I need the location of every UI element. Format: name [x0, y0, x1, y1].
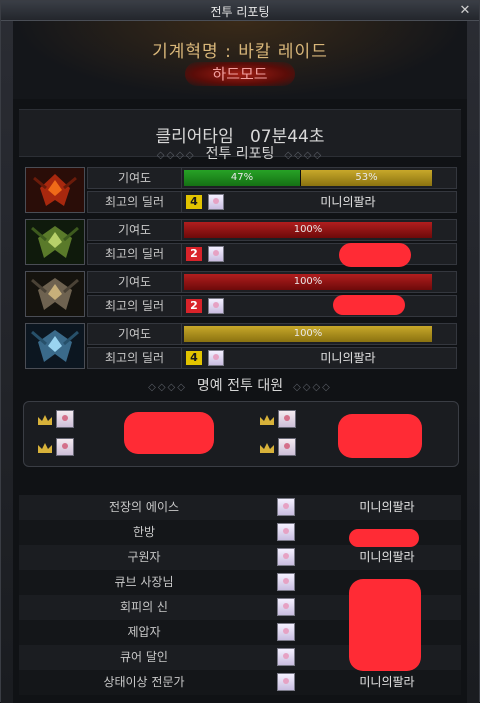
- battle-report-window: 전투 리포팅 ✕ 기계혁명 : 바칼 레이드 하드모드 클리어타임 07분44초…: [0, 0, 480, 703]
- award-player: 미니의팔라: [359, 500, 415, 514]
- player-avatar: [278, 438, 296, 456]
- rank-badge: 4: [186, 351, 202, 365]
- best-dealer-label: 최고의 딜러: [88, 296, 182, 316]
- player-avatar: [278, 410, 296, 428]
- contribution-segment-yellow: 100%: [184, 326, 432, 342]
- contribution-segment-red: 100%: [184, 274, 432, 290]
- redaction-mark: [333, 295, 405, 315]
- ornament-left: ◇◇◇◇: [148, 382, 187, 393]
- redaction-mark: [349, 529, 419, 547]
- player-avatar: [277, 573, 295, 591]
- contribution-label: 기여도: [88, 324, 182, 344]
- award-title: 제압자: [127, 625, 161, 639]
- rank-badge: 2: [186, 299, 202, 313]
- player-avatar: [277, 523, 295, 541]
- contribution-label: 기여도: [88, 272, 182, 292]
- contribution-segment-green: 47%: [184, 170, 300, 186]
- contribution-bar: 100%: [184, 274, 432, 290]
- contribution-segment-yellow: 53%: [301, 170, 432, 186]
- crown-icon: [38, 443, 52, 453]
- rank-badge: 4: [186, 195, 202, 209]
- contribution-label: 기여도: [88, 168, 182, 188]
- contribution-bar: 100%: [184, 326, 432, 342]
- contribution-segment-red: 100%: [184, 222, 432, 238]
- best-dealer-label: 최고의 딜러: [88, 192, 182, 212]
- contribution-bar: 47% 53%: [184, 170, 432, 186]
- title-bar[interactable]: 전투 리포팅 ✕: [1, 1, 479, 21]
- award-row[interactable]: 상태이상 전문가 미니의팔라: [19, 670, 461, 695]
- background-strip-right: [467, 21, 479, 703]
- window-title: 전투 리포팅: [210, 5, 270, 19]
- redaction-mark: [349, 579, 421, 671]
- player-avatar: [277, 548, 295, 566]
- best-dealer-label: 최고의 딜러: [88, 244, 182, 264]
- player-avatar: [277, 623, 295, 641]
- section-title-report-text: 전투 리포팅: [205, 146, 275, 162]
- award-title: 큐브 사장님: [114, 575, 174, 589]
- player-avatar: [56, 438, 74, 456]
- awards-list: 전장의 에이스 미니의팔라 한방 구원자 미니의팔라 큐브 사장님 회피의 신 제압…: [19, 473, 461, 703]
- red-dragon-boss-icon: [25, 167, 85, 213]
- player-avatar: [208, 246, 224, 262]
- player-avatar: [208, 350, 224, 366]
- boss-row-1: 기여도 47% 53% 최고의 딜러 4 미니의팔라: [25, 167, 457, 213]
- award-player: 미니의팔라: [359, 675, 415, 689]
- hard-mode-label: 하드모드: [212, 65, 268, 83]
- section-title-honor-text: 명예 전투 대원: [196, 378, 284, 394]
- best-dealer-name: 미니의팔라: [320, 195, 376, 209]
- ornament-left: ◇◇◇◇: [156, 150, 196, 161]
- ornament-right: ◇◇◇◇: [284, 150, 324, 161]
- boss-row-4: 기여도 100% 최고의 딜러 4 미니의팔라: [25, 323, 457, 369]
- award-player: 미니의팔라: [359, 550, 415, 564]
- honor-members-panel: [23, 401, 459, 467]
- redaction-mark: [339, 243, 411, 267]
- report-panel: 기계혁명 : 바칼 레이드 하드모드 클리어타임 07분44초 ◇◇◇◇ 전투 리…: [13, 21, 467, 703]
- raid-header: 기계혁명 : 바칼 레이드 하드모드: [13, 21, 467, 99]
- dark-dragon-boss-icon: [25, 271, 85, 317]
- player-avatar: [56, 410, 74, 428]
- award-row[interactable]: 전장의 에이스 미니의팔라: [19, 495, 461, 520]
- player-avatar: [208, 298, 224, 314]
- section-title-honor: ◇◇◇◇ 명예 전투 대원 ◇◇◇◇: [13, 375, 467, 395]
- award-title: 구원자: [127, 550, 161, 564]
- crown-icon: [260, 415, 274, 425]
- award-title: 큐어 달인: [120, 650, 168, 664]
- rank-badge: 2: [186, 247, 202, 261]
- blue-dragon-boss-icon: [25, 323, 85, 369]
- award-title: 회피의 신: [120, 600, 168, 614]
- award-row[interactable]: 구원자 미니의팔라: [19, 545, 461, 570]
- raid-title: 기계혁명 : 바칼 레이드: [152, 42, 328, 62]
- ornament-right: ◇◇◇◇: [293, 382, 332, 393]
- redaction-mark: [338, 414, 422, 458]
- player-avatar: [208, 194, 224, 210]
- best-dealer-name: 미니의팔라: [320, 351, 376, 365]
- redaction-mark: [124, 412, 214, 454]
- contribution-label: 기여도: [88, 220, 182, 240]
- player-avatar: [277, 648, 295, 666]
- award-title: 한방: [132, 525, 156, 539]
- contribution-bar: 100%: [184, 222, 432, 238]
- award-title: 전장의 에이스: [108, 500, 180, 514]
- best-dealer-label: 최고의 딜러: [88, 348, 182, 368]
- close-icon[interactable]: ✕: [457, 3, 473, 19]
- hard-mode-badge: 하드모드: [185, 62, 295, 86]
- player-avatar: [277, 598, 295, 616]
- crown-icon: [260, 443, 274, 453]
- green-dragon-boss-icon: [25, 219, 85, 265]
- award-title: 상태이상 전문가: [103, 675, 185, 689]
- player-avatar: [277, 498, 295, 516]
- crown-icon: [38, 415, 52, 425]
- player-avatar: [277, 673, 295, 691]
- background-strip-left: [1, 21, 13, 703]
- section-title-report: ◇◇◇◇ 전투 리포팅 ◇◇◇◇: [13, 143, 467, 163]
